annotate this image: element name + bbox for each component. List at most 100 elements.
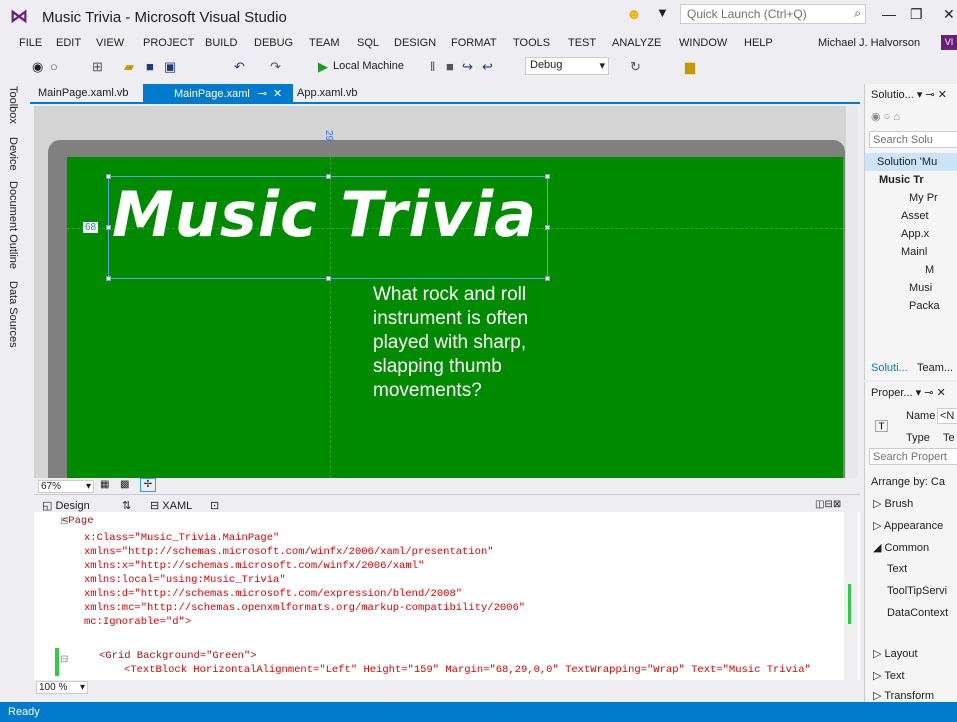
tab-mainpage-xaml[interactable]: MainPage.xaml ⊸ ✕ [143,84,293,104]
menu-project[interactable]: PROJECT [143,37,194,49]
question-textblock[interactable]: What rock and roll instrument is often p… [373,283,573,403]
property-datacontext[interactable]: DataContext [887,607,948,619]
menu-view[interactable]: VIEW [96,37,124,49]
user-badge[interactable]: VI [941,35,957,50]
data-sources-tab[interactable]: Data Sources [7,281,19,348]
resize-handle[interactable] [106,225,111,230]
toolbox-tab[interactable]: Toolbox [7,86,19,124]
resize-handle[interactable] [545,174,550,179]
snap-icon[interactable]: ▩ [120,479,129,490]
properties-search-input[interactable]: Search Propert [869,448,957,465]
browser-link-icon[interactable]: ▆ [685,59,695,75]
selection-box[interactable] [106,174,550,281]
solution-configuration-select[interactable]: Debug ▾ [525,57,609,75]
tab-app-xaml-vb[interactable]: App.xaml.vb [297,87,358,99]
menu-test[interactable]: TEST [568,37,596,49]
tab-mainpage-xaml-vb[interactable]: MainPage.xaml.vb [38,87,129,99]
solution-search-input[interactable]: Search Solu [869,131,957,148]
menu-format[interactable]: FORMAT [451,37,497,49]
run-target-label[interactable]: Local Machine [333,60,404,72]
tab-team-explorer[interactable]: Team... [917,362,953,374]
resize-handle[interactable] [106,174,111,179]
category-layout[interactable]: ▷ Layout [873,647,918,660]
user-account-name[interactable]: Michael J. Halvorson [818,37,920,49]
category-common[interactable]: ◢ Common [873,541,929,554]
project-node[interactable]: Music Tr [879,174,924,186]
designer-scrollbar[interactable] [846,106,858,478]
snap-to-gridlines-icon[interactable]: ✢ [140,478,156,492]
status-bar: Ready [0,702,957,722]
category-text[interactable]: ▷ Text [873,669,905,682]
assets-node[interactable]: Asset [901,210,929,222]
music-trivia-node[interactable]: Musi [909,282,932,294]
pause-icon[interactable]: ‖ [430,59,435,74]
navigation-icons[interactable]: ◉ ○ ⌂ [871,110,900,123]
menu-help[interactable]: HELP [744,37,773,49]
solution-node[interactable]: Solution 'Mu [877,156,937,168]
menu-team[interactable]: TEAM [309,37,340,49]
new-project-icon[interactable]: ⊞ [92,59,103,75]
redo-icon[interactable]: ↷ [270,59,281,75]
restore-button[interactable]: ❐ [910,6,923,23]
resize-handle[interactable] [106,276,111,281]
mainpage-node[interactable]: Mainl [901,246,927,258]
resize-handle[interactable] [545,225,550,230]
category-brush[interactable]: ▷ Brush [873,497,913,510]
my-project-node[interactable]: My Pr [909,192,938,204]
step-into-icon[interactable]: ↩ [482,59,493,75]
category-appearance[interactable]: ▷ Appearance [873,519,943,532]
collapse-pane-icon[interactable]: ⊡ [210,499,219,512]
xaml-tab[interactable]: ⊟ XAML [150,499,192,512]
refresh-icon[interactable]: ↻ [630,59,641,75]
close-button[interactable]: ✕ [943,6,955,23]
property-text[interactable]: Text [887,563,907,575]
menu-build[interactable]: BUILD [205,37,237,49]
xaml-scrollbar[interactable] [844,512,858,680]
resize-handle[interactable] [326,174,331,179]
collapse-icon[interactable]: ⊟ [60,654,68,665]
name-input[interactable]: <N [937,408,957,424]
back-icon[interactable]: ◉ [32,59,43,75]
swap-panes-icon[interactable]: ⇅ [122,499,131,512]
step-over-icon[interactable]: ↪ [462,59,473,75]
close-tab-icon[interactable]: ✕ [273,88,282,100]
stop-icon[interactable]: ■ [446,59,454,74]
save-icon[interactable]: ■ [146,59,154,74]
menu-analyze[interactable]: ANALYZE [612,37,661,49]
menu-file[interactable]: FILE [19,37,42,49]
feedback-smiley-icon[interactable]: ☻ [626,6,642,23]
notification-flag-icon[interactable]: ▼ [656,5,669,20]
pin-icon[interactable]: ⊸ [258,88,267,100]
device-tab[interactable]: Device [7,137,19,171]
editor-zoom-select[interactable]: 100 % ▾ [36,681,88,694]
category-transform[interactable]: ▷ Transform [873,689,934,702]
menu-debug[interactable]: DEBUG [254,37,293,49]
arrange-by-select[interactable]: Arrange by: Ca [871,476,945,488]
mainpage-vb-node[interactable]: M [925,264,934,276]
app-xaml-node[interactable]: App.x [901,228,929,240]
resize-handle[interactable] [545,276,550,281]
tab-solution-explorer[interactable]: Soluti... [871,362,908,374]
undo-icon[interactable]: ↶ [234,59,245,75]
resize-handle[interactable] [326,276,331,281]
menu-tools[interactable]: TOOLS [513,37,550,49]
quick-launch-input[interactable]: Quick Launch (Ctrl+Q) ⌕ [680,4,866,24]
open-file-icon[interactable]: ▰ [124,59,134,75]
design-tab[interactable]: ◱ Design [42,499,90,512]
menu-window[interactable]: WINDOW [679,37,727,49]
package-node[interactable]: Packa [909,300,940,312]
forward-icon[interactable]: ○ [50,59,58,74]
designer-zoom-select[interactable]: 67% ▾ [38,480,94,493]
document-outline-tab[interactable]: Document Outline [7,181,19,269]
split-layout-icon[interactable]: ◫⊟⊠ [815,499,841,510]
save-all-icon[interactable]: ▣ [164,59,176,75]
menu-design[interactable]: DESIGN [394,37,436,49]
menu-sql[interactable]: SQL [357,37,379,49]
start-icon[interactable]: ▶ [318,59,328,75]
property-tooltip[interactable]: ToolTipServi [887,585,947,597]
grid-toggle-icon[interactable]: ▦ [100,479,109,490]
solution-explorer-title[interactable]: Solutio... ▾ ⊸ ✕ [871,88,947,101]
menu-edit[interactable]: EDIT [56,37,81,49]
properties-title[interactable]: Proper... ▾ ⊸ ✕ [871,386,946,399]
minimize-button[interactable]: — [882,6,896,22]
